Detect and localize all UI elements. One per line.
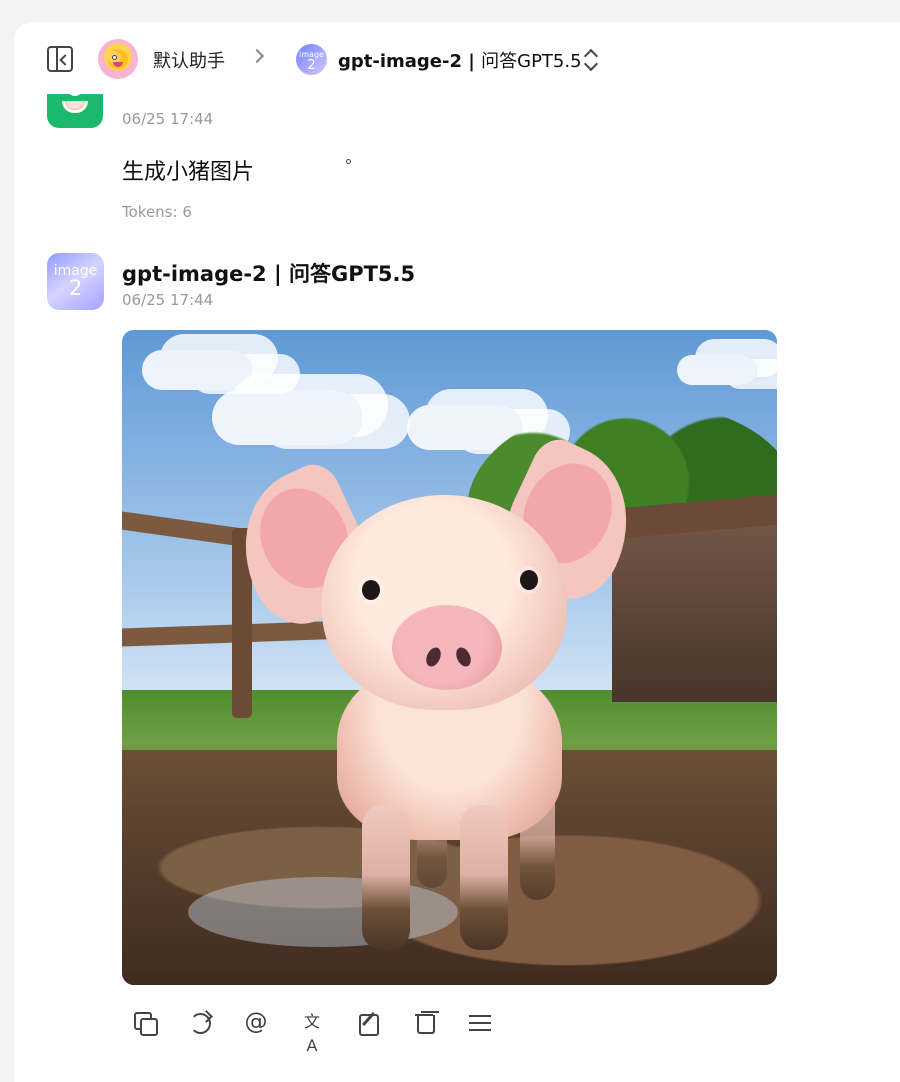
delete-icon[interactable] xyxy=(412,1010,436,1034)
generated-pig-image[interactable] xyxy=(122,330,777,985)
model-selector[interactable]: gpt-image-2 | 问答GPT5.5 xyxy=(338,47,582,73)
copy-icon[interactable] xyxy=(132,1010,158,1036)
chat-panel: 默认助手 image 2 gpt-image-2 | 问答GPT5.5 用户 0… xyxy=(14,22,900,1082)
model-avatar-small[interactable]: image 2 xyxy=(296,44,327,75)
user-body-icon xyxy=(62,101,88,113)
chevron-right-icon xyxy=(249,48,265,64)
message-actions: @ 文A xyxy=(132,1005,492,1055)
pig-figure xyxy=(216,431,656,980)
regenerate-icon[interactable] xyxy=(188,1010,212,1034)
switch-model-icon[interactable] xyxy=(582,49,598,71)
assistant-message-title: gpt-image-2 | 问答GPT5.5 xyxy=(122,262,416,286)
cloud-shape xyxy=(212,390,362,445)
token-count: Tokens: 6 xyxy=(122,203,192,221)
sidebar-toggle-icon[interactable] xyxy=(47,46,73,72)
cloud-shape xyxy=(677,355,757,385)
model-avatar-small-number: 2 xyxy=(307,58,316,73)
model-name: gpt-image-2 xyxy=(338,51,463,72)
assistant-avatar[interactable] xyxy=(98,39,351,164)
chat-header: 默认助手 image 2 gpt-image-2 | 问答GPT5.5 xyxy=(14,22,900,164)
cloud-shape xyxy=(142,350,252,390)
model-avatar-number: 2 xyxy=(68,276,83,300)
edit-icon[interactable] xyxy=(356,1010,380,1036)
translate-icon[interactable]: 文A xyxy=(300,1010,324,1055)
assistant-timestamp: 06/25 17:44 xyxy=(122,291,214,309)
mention-icon[interactable]: @ xyxy=(244,1010,268,1034)
smiley-icon xyxy=(108,49,351,164)
model-separator: | xyxy=(462,51,482,72)
barn xyxy=(612,512,777,702)
menu-icon[interactable] xyxy=(468,1010,492,1034)
assistant-name[interactable]: 默认助手 xyxy=(153,47,225,73)
model-avatar: image 2 xyxy=(47,253,104,310)
user-message-text: 生成小猪图片 xyxy=(122,160,255,185)
user-timestamp: 06/25 17:44 xyxy=(122,110,214,128)
model-description: 问答GPT5.5 xyxy=(481,51,582,72)
